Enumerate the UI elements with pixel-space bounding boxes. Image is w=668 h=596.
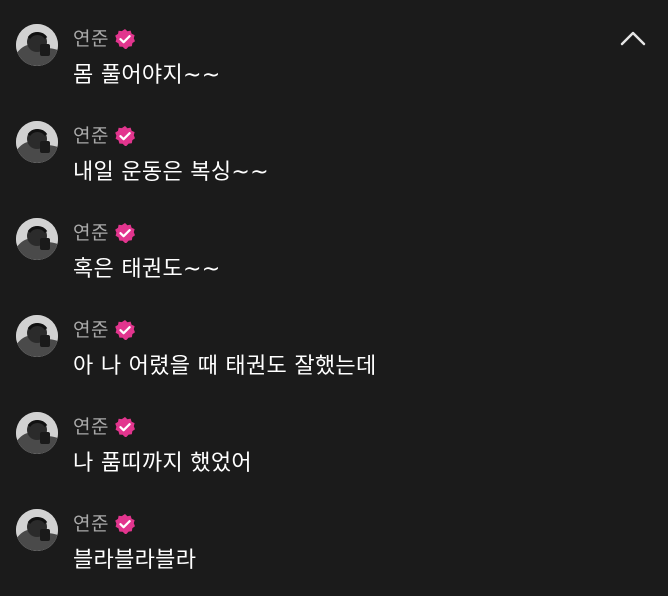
message-item: 연준 내일 운동은 복싱~~ xyxy=(16,117,616,214)
author-name[interactable]: 연준 xyxy=(73,317,109,343)
message-text: 나 품띠까지 했었어 xyxy=(73,451,252,476)
message-item: 연준 혹은 태권도~~ xyxy=(16,214,616,311)
avatar[interactable] xyxy=(16,412,58,454)
author-name[interactable]: 연준 xyxy=(73,26,109,52)
verified-badge-icon xyxy=(115,29,135,49)
message-item: 연준 블라블라블라 xyxy=(16,505,616,596)
author-row: 연준 xyxy=(73,26,136,52)
message-item: 연준 나 품띠까지 했었어 xyxy=(16,408,616,505)
chevron-up-icon xyxy=(620,31,646,46)
avatar[interactable] xyxy=(16,121,58,163)
message-item: 연준 몸 풀어야지~~ xyxy=(16,20,616,117)
message-item: 연준 아 나 어렸을 때 태권도 잘했는데 xyxy=(16,311,616,408)
author-name[interactable]: 연준 xyxy=(73,220,109,246)
verified-badge-icon xyxy=(115,514,135,534)
author-row: 연준 xyxy=(73,511,136,537)
message-text: 아 나 어렸을 때 태권도 잘했는데 xyxy=(73,354,377,379)
author-row: 연준 xyxy=(73,220,136,246)
verified-badge-icon xyxy=(115,223,135,243)
message-feed: 연준 몸 풀어야지~~ 연준 내일 운동은 복싱~~ 연준 혹은 태권도~~ 연… xyxy=(16,20,616,596)
message-text: 혹은 태권도~~ xyxy=(73,257,221,282)
author-name[interactable]: 연준 xyxy=(73,511,109,537)
collapse-button[interactable] xyxy=(618,26,648,50)
message-text: 내일 운동은 복싱~~ xyxy=(73,160,269,185)
avatar[interactable] xyxy=(16,218,58,260)
chat-screen: 연준 몸 풀어야지~~ 연준 내일 운동은 복싱~~ 연준 혹은 태권도~~ 연… xyxy=(0,0,668,596)
verified-badge-icon xyxy=(115,417,135,437)
avatar[interactable] xyxy=(16,24,58,66)
author-name[interactable]: 연준 xyxy=(73,414,109,440)
verified-badge-icon xyxy=(115,126,135,146)
message-text: 블라블라블라 xyxy=(73,548,197,573)
author-row: 연준 xyxy=(73,317,136,343)
avatar[interactable] xyxy=(16,509,58,551)
verified-badge-icon xyxy=(115,320,135,340)
avatar[interactable] xyxy=(16,315,58,357)
author-row: 연준 xyxy=(73,123,136,149)
author-name[interactable]: 연준 xyxy=(73,123,109,149)
message-text: 몸 풀어야지~~ xyxy=(73,63,221,88)
author-row: 연준 xyxy=(73,414,136,440)
